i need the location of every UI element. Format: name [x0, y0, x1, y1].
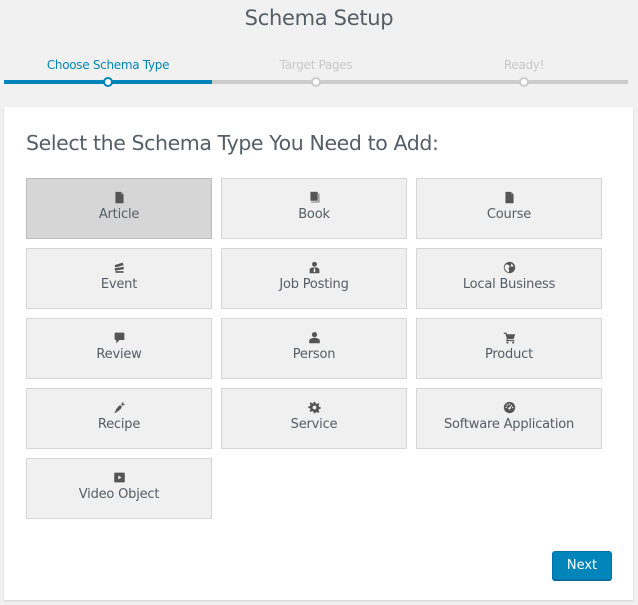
schema-type-label: Person	[292, 347, 336, 362]
video-icon	[112, 470, 126, 484]
next-button[interactable]: Next	[552, 551, 612, 580]
document-icon	[112, 190, 126, 204]
step-label: Ready!	[503, 58, 545, 72]
schema-type-book[interactable]: Book	[221, 178, 407, 239]
page-title: Schema Setup	[244, 6, 394, 30]
schema-type-card: Select the Schema Type You Need to Add: …	[4, 107, 633, 600]
schema-type-product[interactable]: Product	[416, 318, 602, 379]
schema-type-label: Software Application	[443, 417, 575, 432]
tickets-icon	[112, 260, 126, 274]
gear-icon	[307, 400, 321, 414]
schema-type-label: Book	[298, 207, 330, 222]
setup-steps: Choose Schema Type Target Pages Ready!	[4, 56, 628, 96]
cart-icon	[502, 330, 516, 344]
carrot-icon	[112, 400, 126, 414]
schema-type-video-object[interactable]: Video Object	[26, 458, 212, 519]
schema-type-label: Event	[100, 277, 138, 292]
schema-type-label: Product	[485, 347, 533, 362]
businessman-icon	[307, 260, 321, 274]
step-target-pages: Target Pages	[212, 56, 420, 96]
schema-type-label: Article	[98, 207, 140, 222]
schema-type-review[interactable]: Review	[26, 318, 212, 379]
step-dot-icon	[103, 77, 113, 87]
schema-type-label: Course	[486, 207, 532, 222]
schema-type-person[interactable]: Person	[221, 318, 407, 379]
schema-type-label: Video Object	[78, 487, 160, 502]
schema-type-software-application[interactable]: Software Application	[416, 388, 602, 449]
schema-type-event[interactable]: Event	[26, 248, 212, 309]
step-label: Target Pages	[279, 58, 353, 72]
schema-type-label: Local Business	[462, 277, 556, 292]
document-icon	[502, 190, 516, 204]
step-label: Choose Schema Type	[46, 58, 170, 72]
schema-type-recipe[interactable]: Recipe	[26, 388, 212, 449]
schema-type-course[interactable]: Course	[416, 178, 602, 239]
person-icon	[307, 330, 321, 344]
schema-type-label: Review	[96, 347, 142, 362]
dashboard-icon	[502, 400, 516, 414]
book-icon	[307, 190, 321, 204]
step-ready: Ready!	[420, 56, 628, 96]
schema-type-article[interactable]: Article	[26, 178, 212, 239]
schema-type-local-business[interactable]: Local Business	[416, 248, 602, 309]
schema-type-grid: Article Book Course Event Job Posting Lo…	[26, 178, 602, 519]
comment-icon	[112, 330, 126, 344]
section-heading: Select the Schema Type You Need to Add:	[26, 131, 439, 155]
step-dot-icon	[519, 77, 529, 87]
schema-type-label: Recipe	[97, 417, 141, 432]
schema-type-service[interactable]: Service	[221, 388, 407, 449]
schema-type-job-posting[interactable]: Job Posting	[221, 248, 407, 309]
step-choose-schema-type: Choose Schema Type	[4, 56, 212, 96]
globe-icon	[502, 260, 516, 274]
step-dot-icon	[311, 77, 321, 87]
schema-type-label: Job Posting	[279, 277, 349, 292]
schema-type-label: Service	[290, 417, 338, 432]
